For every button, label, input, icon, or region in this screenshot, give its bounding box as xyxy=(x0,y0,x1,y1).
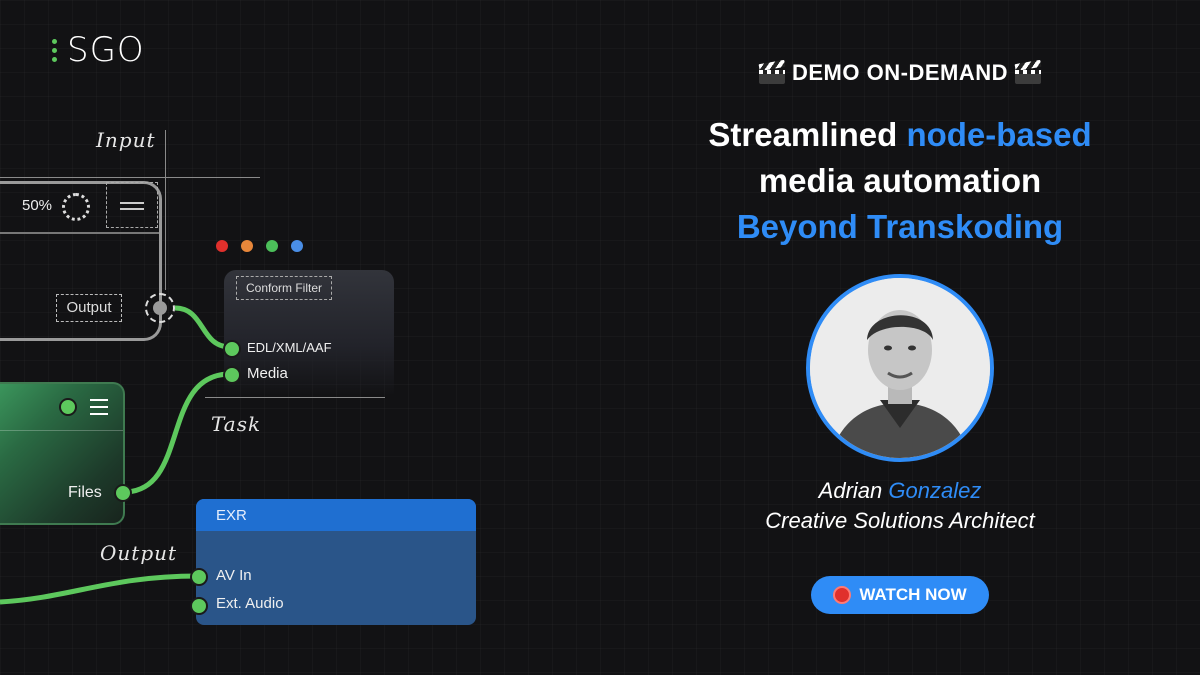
speaker-last-name: Gonzalez xyxy=(888,478,982,503)
edl-port[interactable] xyxy=(223,340,241,358)
speaker-name: Adrian Gonzalez xyxy=(600,478,1200,504)
clapperboard-icon xyxy=(758,59,786,84)
kicker-text: DEMO ON-DEMAND xyxy=(792,60,1008,85)
headline-line-2: media automation xyxy=(758,162,1042,199)
speaker-role: Creative Solutions Architect xyxy=(765,508,1035,533)
green-dot-icon xyxy=(266,240,278,252)
red-dot-icon xyxy=(216,240,228,252)
output-annotation: Output xyxy=(100,541,178,565)
ext-audio-label: Ext. Audio xyxy=(216,595,284,612)
orange-dot-icon xyxy=(241,240,253,252)
hamburger-icon[interactable] xyxy=(90,399,108,420)
task-annotation: Task xyxy=(211,412,262,436)
red-record-icon xyxy=(833,586,852,604)
guide-line xyxy=(205,397,385,398)
zoom-value: 50% xyxy=(22,197,53,214)
exr-title: EXR xyxy=(216,507,247,524)
watch-now-label: WATCH NOW xyxy=(859,585,967,604)
guide-line xyxy=(165,130,166,290)
guide-line xyxy=(0,177,260,178)
speaker-photo xyxy=(810,278,990,458)
headline-part: Streamlined xyxy=(708,116,907,153)
ext-audio-port[interactable] xyxy=(190,597,208,615)
files-port-label: Files xyxy=(68,484,102,501)
headline-line-3: Beyond Transkoding xyxy=(736,208,1064,245)
speaker-first-name: Adrian xyxy=(818,478,883,503)
input-annotation: Input xyxy=(96,128,156,152)
blue-dot-icon xyxy=(291,240,303,252)
headline: Streamlined node-based media automation … xyxy=(600,112,1200,250)
window-controls xyxy=(216,240,303,252)
headline-highlight: node-based xyxy=(906,116,1092,153)
clapperboard-icon xyxy=(1014,59,1042,84)
speaker-avatar xyxy=(806,274,994,462)
output-port[interactable] xyxy=(145,293,175,323)
conform-filter-title: Conform Filter xyxy=(236,276,332,300)
promo-panel: DEMO ON-DEMAND Streamlined node-based me… xyxy=(600,0,1200,675)
watch-now-button[interactable]: WATCH NOW xyxy=(811,576,989,614)
av-in-port[interactable] xyxy=(190,568,208,586)
settings-icon[interactable] xyxy=(62,193,90,221)
status-port[interactable] xyxy=(59,398,77,416)
files-port[interactable] xyxy=(114,484,132,502)
edl-port-label: EDL/XML/AAF xyxy=(247,340,332,355)
av-in-label: AV In xyxy=(216,567,252,584)
kicker: DEMO ON-DEMAND xyxy=(600,59,1200,86)
media-port-label: Media xyxy=(247,365,288,382)
output-label: Output xyxy=(56,294,122,322)
media-port[interactable] xyxy=(223,366,241,384)
menu-button[interactable] xyxy=(106,182,158,228)
